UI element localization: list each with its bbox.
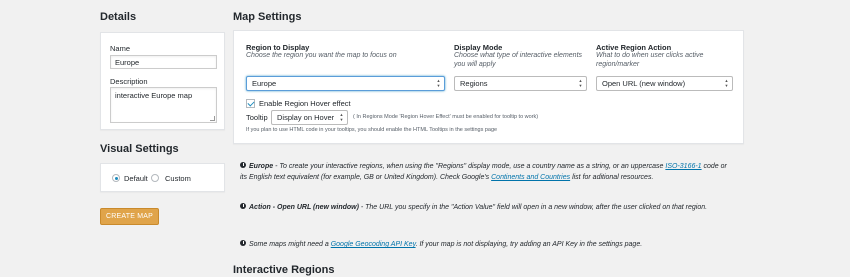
create-map-button[interactable]: CREATE MAP [100, 208, 159, 225]
api-note-text2: . If your map is not displaying, try add… [415, 241, 643, 248]
select-arrows-icon: ▲ ▼ [724, 78, 729, 88]
html-tooltip-note: If you plan to use HTML code in your too… [246, 127, 498, 133]
tooltip-select-value: Display on Hover [277, 113, 335, 122]
europe-note-text3: list for aditional resources. [570, 174, 654, 181]
iso-link[interactable]: ISO-3166-1 [665, 163, 701, 170]
action-note-strong: Action - Open URL (new window) [249, 204, 359, 211]
region-desc: Choose the region you want the map to fo… [246, 52, 397, 59]
europe-note-strong: Europe [249, 163, 274, 170]
name-label: Name [110, 44, 131, 53]
description-field[interactable]: interactive Europe map [110, 87, 217, 123]
europe-note-text1: - To create your interactive regions, wh… [273, 163, 666, 170]
region-label: Region to Display [246, 43, 310, 52]
hover-checkbox[interactable] [246, 99, 255, 108]
description-label: Description [110, 77, 148, 86]
radio-custom-label[interactable]: Custom [165, 174, 191, 183]
display-mode-desc: Choose what type of interactive elements… [454, 52, 583, 68]
map-settings-title: Map Settings [233, 11, 302, 23]
resize-grip-icon[interactable] [210, 116, 215, 121]
select-arrows-icon: ▲ ▼ [339, 112, 344, 122]
radio-default-label[interactable]: Default [124, 174, 148, 183]
info-icon [240, 203, 246, 210]
action-note: Action - Open URL (new window) - The URL… [240, 202, 730, 213]
hover-label[interactable]: Enable Region Hover effect [259, 99, 351, 108]
radio-default[interactable] [112, 174, 120, 182]
visual-settings-box: Default Custom [100, 163, 225, 192]
active-action-desc: What to do when user clicks active regio… [596, 52, 704, 68]
select-arrows-icon: ▲ ▼ [436, 78, 441, 88]
display-mode-select[interactable]: Regions ▲ ▼ [454, 76, 587, 91]
europe-note: Europe - To create your interactive regi… [240, 161, 730, 183]
active-action-select[interactable]: Open URL (new window) ▲ ▼ [596, 76, 733, 91]
display-mode-label: Display Mode [454, 43, 503, 52]
continents-link[interactable]: Continents and Countries [491, 174, 570, 181]
geocoding-api-link[interactable]: Google Geocoding API Key [331, 241, 416, 248]
api-note-text1: Some maps might need a [249, 241, 331, 248]
map-settings-box: Region to Display Choose the region you … [233, 30, 744, 144]
tooltip-label: Tooltip [246, 113, 268, 122]
name-field[interactable]: Europe [110, 55, 217, 69]
action-note-text: - The URL you specify in the "Action Val… [358, 204, 708, 211]
details-title: Details [100, 11, 137, 23]
info-icon [240, 240, 246, 247]
select-arrows-icon: ▲ ▼ [578, 78, 583, 88]
region-select-value: Europe [252, 79, 277, 88]
tooltip-note: ( In Regions Mode 'Region Hover Effect' … [353, 114, 539, 120]
active-action-label: Active Region Action [596, 43, 672, 52]
details-box: Name Europe Description interactive Euro… [100, 32, 225, 130]
region-select[interactable]: Europe ▲ ▼ [246, 76, 445, 91]
visual-settings-title: Visual Settings [100, 143, 179, 155]
display-mode-select-value: Regions [460, 79, 488, 88]
info-icon [240, 162, 246, 169]
active-action-select-value: Open URL (new window) [602, 79, 686, 88]
tooltip-select[interactable]: Display on Hover ▲ ▼ [271, 110, 348, 125]
interactive-regions-title: Interactive Regions [233, 264, 335, 276]
description-value: interactive Europe map [115, 91, 193, 100]
api-note: Some maps might need a Google Geocoding … [240, 239, 730, 250]
radio-custom[interactable] [151, 174, 159, 182]
